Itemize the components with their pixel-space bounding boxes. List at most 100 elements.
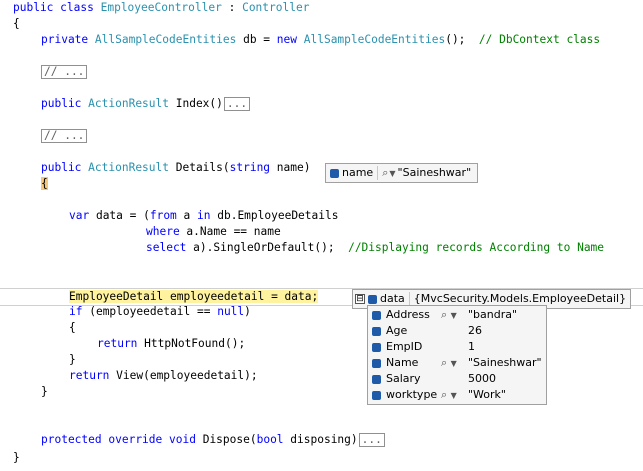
code-text: a.Name == name: [179, 225, 281, 238]
dropdown-arrow-icon[interactable]: ▼: [389, 169, 395, 178]
property-cube-icon: [372, 359, 381, 368]
code-text: ();: [445, 33, 479, 46]
property-cube-icon: [372, 311, 381, 320]
linq-where-line: where a.Name == name: [146, 224, 281, 240]
type-name: ActionResult: [88, 161, 169, 174]
keyword: var: [69, 209, 90, 222]
property-name: worktype: [386, 388, 438, 401]
keyword: new: [276, 33, 297, 46]
keyword: from: [149, 209, 177, 222]
dbcontext-field: private AllSampleCodeEntities db = new A…: [41, 32, 600, 48]
collapsed-region-label[interactable]: // ...: [41, 65, 88, 79]
index-method: public ActionResult Index()...: [41, 96, 251, 112]
variable-cube-icon: [330, 168, 339, 178]
keyword: private: [41, 33, 89, 46]
code-text: a: [176, 209, 198, 222]
keyword: class: [60, 1, 94, 14]
keyword: return: [97, 337, 138, 350]
method-close-brace: }: [41, 385, 48, 398]
code-text: employeedetail = data;: [163, 290, 319, 303]
property-value[interactable]: "bandra": [468, 307, 517, 323]
method-name: Dispose(: [195, 433, 257, 446]
if-close-brace: }: [69, 353, 76, 366]
visualizer-icon[interactable]: ⌕ ▼: [441, 307, 457, 324]
keyword: string: [229, 161, 271, 174]
variable-cube-icon: [368, 294, 377, 304]
linq-query-line: var data = (from a in db.EmployeeDetails: [69, 208, 338, 224]
code-text: data = (: [89, 209, 150, 222]
collapsed-method-body[interactable]: ...: [223, 97, 251, 111]
property-cube-icon: [372, 327, 381, 336]
code-comment: // DbContext class: [478, 33, 601, 46]
dispose-method: protected override void Dispose(bool dis…: [41, 432, 385, 448]
keyword: null: [217, 305, 245, 318]
keyword: return: [69, 369, 110, 382]
collapsed-method-body[interactable]: ...: [358, 433, 385, 447]
keyword: override: [108, 433, 163, 446]
collapsed-region[interactable]: // ...: [40, 128, 88, 144]
class-declaration: public class EmployeeController : Contro…: [13, 0, 309, 16]
details-method: public ActionResult Details(string name): [41, 160, 310, 176]
property-value[interactable]: 26: [468, 323, 482, 339]
method-name: Index(): [169, 97, 223, 110]
property-value[interactable]: 5000: [468, 371, 496, 387]
class-open-brace: {: [13, 17, 20, 30]
property-value[interactable]: "Saineshwar": [468, 355, 542, 371]
property-name: EmpID: [386, 340, 423, 353]
keyword: protected: [41, 433, 102, 446]
base-class: Controller: [242, 1, 310, 14]
type-name: AllSampleCodeEntities: [303, 33, 446, 46]
type-name: ActionResult: [88, 97, 169, 110]
keyword: public: [13, 1, 54, 14]
class-close-brace: }: [13, 451, 20, 464]
code-text: View(employeedetail);: [109, 369, 258, 382]
type-name: AllSampleCodeEntities: [94, 33, 237, 46]
datatip-value[interactable]: "Saineshwar": [398, 166, 472, 179]
if-open-brace: {: [69, 321, 76, 334]
datatip-value[interactable]: {MvcSecurity.Models.EmployeeDetail}: [414, 292, 626, 305]
property-name: Salary: [386, 372, 421, 385]
collapsed-region-label[interactable]: // ...: [41, 129, 88, 143]
datatip-separator: [377, 166, 379, 180]
property-value[interactable]: 1: [468, 339, 475, 355]
matched-brace: {: [41, 177, 48, 190]
collapsed-region[interactable]: // ...: [40, 64, 88, 80]
datatip-variable-name: name: [342, 166, 374, 179]
keyword: if: [69, 305, 83, 318]
code-text: db =: [236, 33, 277, 46]
visualizer-icon[interactable]: ⌕ ▼: [441, 355, 457, 372]
property-cube-icon: [372, 375, 381, 384]
method-open-brace: {: [41, 176, 48, 192]
code-comment: //Displaying records According to Name: [348, 241, 605, 254]
code-text: (employeedetail ==: [82, 305, 218, 318]
magnifier-icon[interactable]: ⌕: [382, 166, 388, 179]
property-name: Age: [386, 324, 408, 337]
keyword: in: [197, 209, 211, 222]
code-text: ): [244, 305, 251, 318]
method-name: Details(: [169, 161, 230, 174]
visualizer-icon[interactable]: ⌕ ▼: [441, 387, 457, 404]
code-text: disposing): [283, 433, 358, 446]
type-name: EmployeeDetail: [69, 290, 164, 303]
property-value[interactable]: "Work": [468, 387, 506, 403]
keyword: void: [169, 433, 196, 446]
code-text: db.EmployeeDetails: [210, 209, 339, 222]
property-name: Address: [386, 308, 430, 321]
keyword: public: [41, 161, 82, 174]
keyword: public: [41, 97, 82, 110]
name-datatip[interactable]: name ⌕▼ "Saineshwar": [325, 163, 479, 183]
code-text: name): [270, 161, 311, 174]
keyword: select: [146, 241, 187, 254]
return-view: return View(employeedetail);: [69, 368, 258, 384]
if-statement: if (employeedetail == null): [69, 304, 251, 320]
colon: :: [221, 1, 243, 14]
linq-select-line: select a).SingleOrDefault(); //Displayin…: [146, 240, 604, 256]
current-statement[interactable]: EmployeeDetail employeedetail = data;: [69, 289, 319, 305]
property-name: Name: [386, 356, 419, 369]
collapse-toggle-icon[interactable]: ⊟: [355, 294, 365, 304]
datatip-properties-panel[interactable]: Address ⌕ ▼ "bandra" Age 26 EmpID 1 Name ⌕ ▼ "…: [367, 305, 547, 405]
keyword: where: [146, 225, 180, 238]
code-text: a).SingleOrDefault();: [186, 241, 349, 254]
property-cube-icon: [372, 391, 381, 400]
datatip-variable-name: data: [380, 292, 405, 305]
